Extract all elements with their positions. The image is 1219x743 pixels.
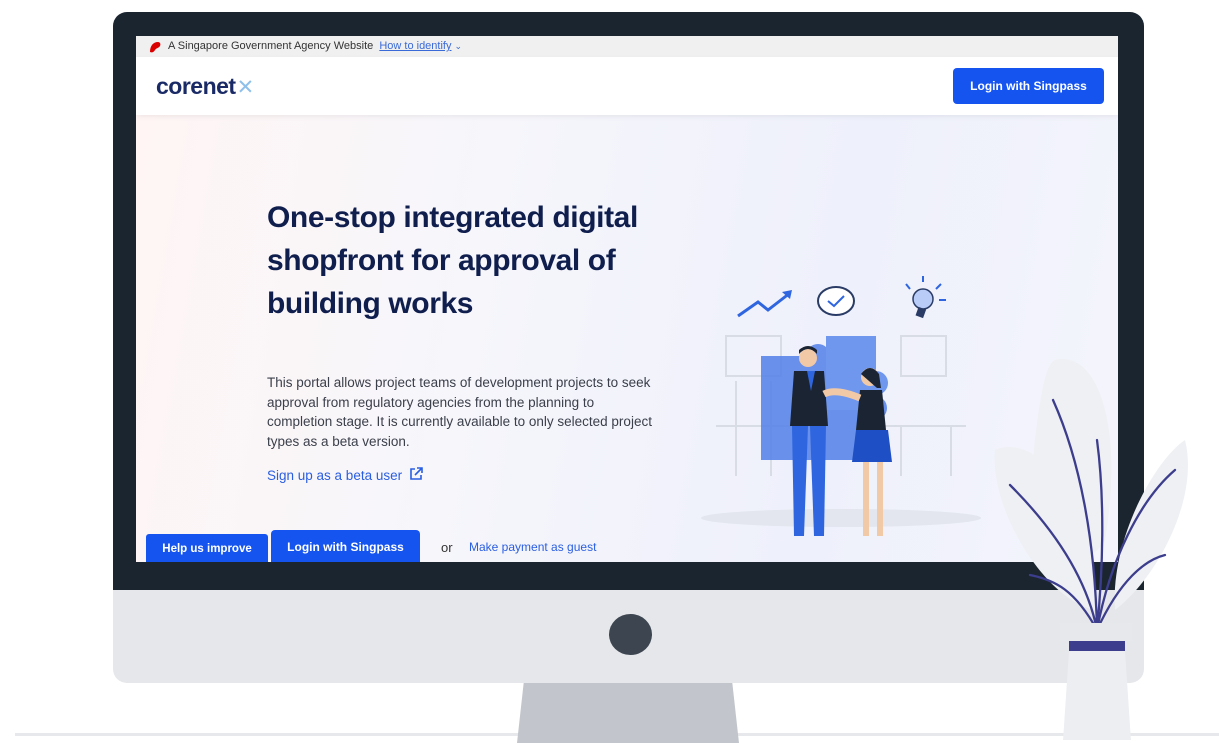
monitor-power-button [609, 614, 652, 655]
help-us-improve-button[interactable]: Help us improve [146, 534, 268, 562]
handshake-illustration [701, 276, 981, 536]
gov-masthead: A Singapore Government Agency Website Ho… [136, 36, 1118, 57]
signup-beta-label: Sign up as a beta user [267, 468, 403, 483]
logo-x-icon: ✕ [236, 76, 255, 99]
external-link-icon [408, 466, 424, 485]
or-separator: or [441, 540, 453, 555]
guest-payment-link[interactable]: Make payment as guest [469, 540, 596, 554]
website-screen: A Singapore Government Agency Website Ho… [136, 36, 1118, 562]
logo-text: corenet [156, 73, 236, 99]
how-to-identify-link[interactable]: How to identify [379, 40, 451, 52]
hero-title: One-stop integrated digital shopfront fo… [267, 201, 638, 320]
signup-beta-link[interactable]: Sign up as a beta user [267, 466, 424, 485]
chevron-down-icon[interactable]: ⌄ [455, 41, 463, 51]
site-header: corenet✕ Login with Singpass [136, 57, 1118, 115]
header-login-singpass-button[interactable]: Login with Singpass [953, 68, 1104, 104]
gov-banner-text: A Singapore Government Agency Website [168, 40, 374, 52]
monitor-stand [517, 683, 739, 743]
hero-description: This portal allows project teams of deve… [267, 375, 652, 449]
corenet-logo[interactable]: corenet✕ [156, 73, 254, 100]
lion-head-icon [148, 40, 162, 57]
plant-decoration [994, 359, 1188, 740]
hero-login-singpass-button[interactable]: Login with Singpass [271, 530, 420, 562]
